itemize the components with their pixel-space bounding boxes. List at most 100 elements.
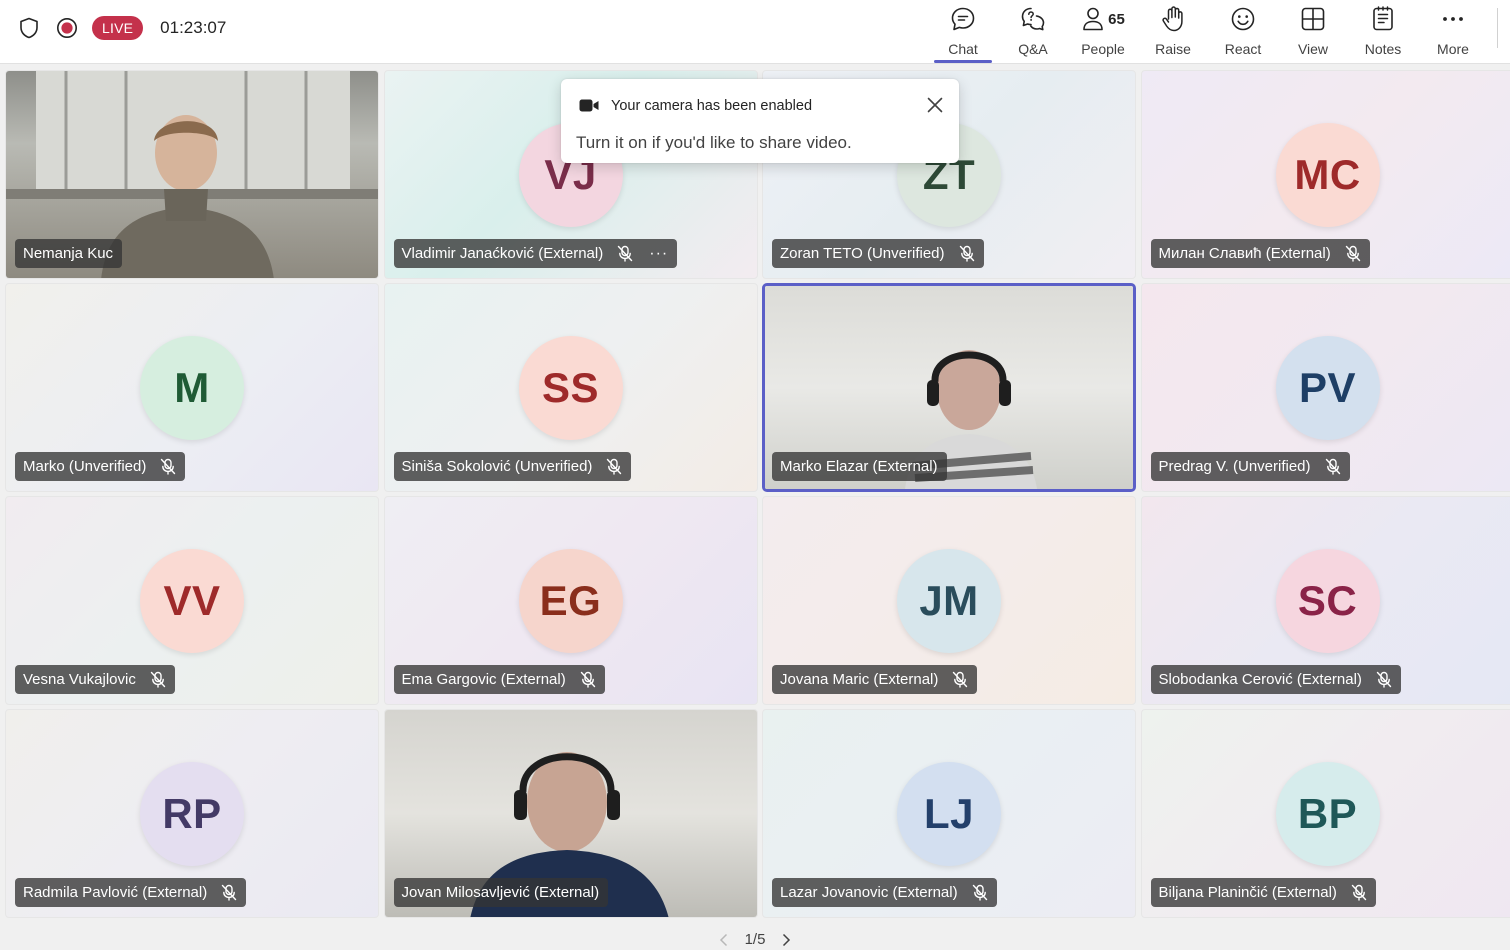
participant-tile[interactable]: VV Vesna Vukajlovic — [5, 496, 379, 705]
mic-off-icon — [1376, 671, 1392, 688]
more-icon — [1439, 4, 1467, 34]
participant-name: Zoran TETO (Unverified) — [780, 245, 945, 262]
mic-off-icon — [221, 884, 237, 901]
chat-button[interactable]: Chat — [928, 0, 998, 64]
more-button[interactable]: More — [1418, 0, 1488, 64]
mic-off-icon — [1325, 458, 1341, 475]
participant-name: Marko Elazar (External) — [780, 458, 938, 475]
chat-label: Chat — [948, 41, 978, 57]
participant-name: Radmila Pavlović (External) — [23, 884, 208, 901]
more-options-icon[interactable]: ··· — [649, 245, 668, 262]
mic-off-icon — [617, 245, 633, 262]
participant-tile[interactable]: BP Biljana Planinčić (External) — [1140, 709, 1510, 918]
participant-name: Slobodanka Cerović (External) — [1158, 671, 1362, 688]
participant-name-tag: Nemanja Kuc — [15, 239, 123, 268]
participant-tile[interactable]: JM Jovana Maric (External) — [762, 496, 1136, 705]
avatar: BP — [1275, 762, 1380, 866]
avatar: VV — [140, 549, 244, 653]
participant-name-tag: Marko (Unverified) — [15, 452, 186, 481]
recording-icon[interactable] — [56, 17, 78, 39]
people-icon: 65 — [1081, 4, 1125, 34]
people-label: People — [1081, 41, 1125, 57]
avatar: M — [140, 336, 244, 440]
participant-tile[interactable]: Jovan Milosavljević (External) — [383, 709, 758, 918]
participant-name: Ema Gargovic (External) — [401, 671, 566, 688]
raise-label: Raise — [1155, 41, 1191, 57]
participant-name-tag: Slobodanka Cerović (External) — [1150, 665, 1401, 694]
avatar: RP — [140, 762, 244, 866]
view-icon — [1299, 4, 1327, 34]
shield-icon[interactable] — [18, 17, 40, 39]
react-label: React — [1224, 41, 1262, 57]
participant-name: Милан Славић (External) — [1158, 245, 1331, 262]
participant-name: Vesna Vukajlovic — [23, 671, 136, 688]
participant-name-tag: Zoran TETO (Unverified) — [772, 239, 984, 268]
participant-name-tag: Marko Elazar (External) — [772, 452, 947, 481]
participant-name-tag: Radmila Pavlović (External) — [15, 878, 247, 907]
mic-off-icon — [150, 671, 166, 688]
participant-tile[interactable]: RP Radmila Pavlović (External) — [5, 709, 379, 918]
participant-tile[interactable]: PV Predrag V. (Unverified) — [1140, 283, 1510, 492]
react-icon — [1229, 4, 1257, 34]
participant-tile[interactable]: M Marko (Unverified) — [5, 283, 379, 492]
participant-tile[interactable]: EG Ema Gargovic (External) — [383, 496, 758, 705]
participant-name-tag: Vladimir Janaćković (External) ··· — [393, 239, 678, 268]
avatar: PV — [1275, 336, 1380, 440]
participant-name-tag: Jovana Maric (External) — [772, 665, 978, 694]
participant-tile[interactable]: LJ Lazar Jovanovic (External) — [762, 709, 1136, 918]
chevron-right-icon[interactable] — [775, 933, 797, 947]
participant-name-tag: Predrag V. (Unverified) — [1150, 452, 1350, 481]
people-button[interactable]: 65 People — [1068, 0, 1138, 64]
chevron-left-icon[interactable] — [713, 933, 735, 947]
mic-off-icon — [1351, 884, 1367, 901]
grid-pagination: 1/5 — [0, 931, 1510, 948]
chat-icon — [949, 4, 977, 34]
qa-icon — [1019, 4, 1047, 34]
raise-button[interactable]: Raise — [1138, 0, 1208, 64]
participant-name-tag: Jovan Milosavljević (External) — [393, 878, 609, 907]
react-button[interactable]: React — [1208, 0, 1278, 64]
participant-name: Jovana Maric (External) — [780, 671, 939, 688]
page-indicator: 1/5 — [744, 931, 766, 948]
qa-button[interactable]: Q&A — [998, 0, 1068, 64]
meeting-timer: 01:23:07 — [160, 18, 227, 37]
participant-name: Marko (Unverified) — [23, 458, 147, 475]
video-camera-icon — [579, 98, 599, 118]
notes-icon — [1370, 4, 1396, 34]
participant-name: Jovan Milosavljević (External) — [401, 884, 600, 901]
participant-count: 65 — [1108, 10, 1125, 28]
notes-label: Notes — [1364, 41, 1402, 57]
live-badge: LIVE — [92, 16, 144, 40]
participant-tile[interactable]: Nemanja Kuc — [5, 70, 379, 279]
qa-label: Q&A — [1018, 41, 1048, 57]
mic-off-icon — [1345, 245, 1361, 262]
mic-off-icon — [606, 458, 622, 475]
participant-grid: Nemanja Kuc VJ Vladimir Janaćković (Extern… — [5, 70, 1510, 918]
participant-name-tag: Милан Славић (External) — [1150, 239, 1370, 268]
toolbar-divider — [1497, 8, 1498, 48]
avatar: SS — [518, 336, 623, 440]
mic-off-icon — [952, 671, 968, 688]
participant-tile[interactable]: MC Милан Славић (External) — [1140, 70, 1510, 279]
mic-off-icon — [959, 245, 975, 262]
participant-name-tag: Lazar Jovanovic (External) — [772, 878, 997, 907]
participant-tile[interactable]: SS Siniša Sokolović (Unverified) — [383, 283, 758, 492]
toolbar-actions: Chat Q&A 65 People Raise React View Notes More — [928, 0, 1488, 64]
participant-name: Predrag V. (Unverified) — [1158, 458, 1311, 475]
mic-off-icon — [580, 671, 596, 688]
participant-tile[interactable]: Marko Elazar (External) — [762, 283, 1136, 492]
close-icon[interactable] — [927, 97, 943, 118]
meeting-toolbar: LIVE 01:23:07 Chat Q&A 65 People Raise React V… — [0, 0, 1510, 64]
notes-button[interactable]: Notes — [1348, 0, 1418, 64]
participant-name: Vladimir Janaćković (External) — [401, 245, 604, 262]
participant-tile[interactable]: SC Slobodanka Cerović (External) — [1140, 496, 1510, 705]
camera-enabled-toast: Your camera has been enabled Turn it on … — [561, 79, 959, 163]
avatar: EG — [518, 549, 623, 653]
view-button[interactable]: View — [1278, 0, 1348, 64]
participant-name-tag: Vesna Vukajlovic — [15, 665, 175, 694]
mic-off-icon — [160, 458, 176, 475]
participant-name-tag: Ema Gargovic (External) — [393, 665, 605, 694]
participant-name-tag: Biljana Planinčić (External) — [1150, 878, 1376, 907]
raise-hand-icon — [1160, 4, 1186, 34]
participant-name: Lazar Jovanovic (External) — [780, 884, 958, 901]
